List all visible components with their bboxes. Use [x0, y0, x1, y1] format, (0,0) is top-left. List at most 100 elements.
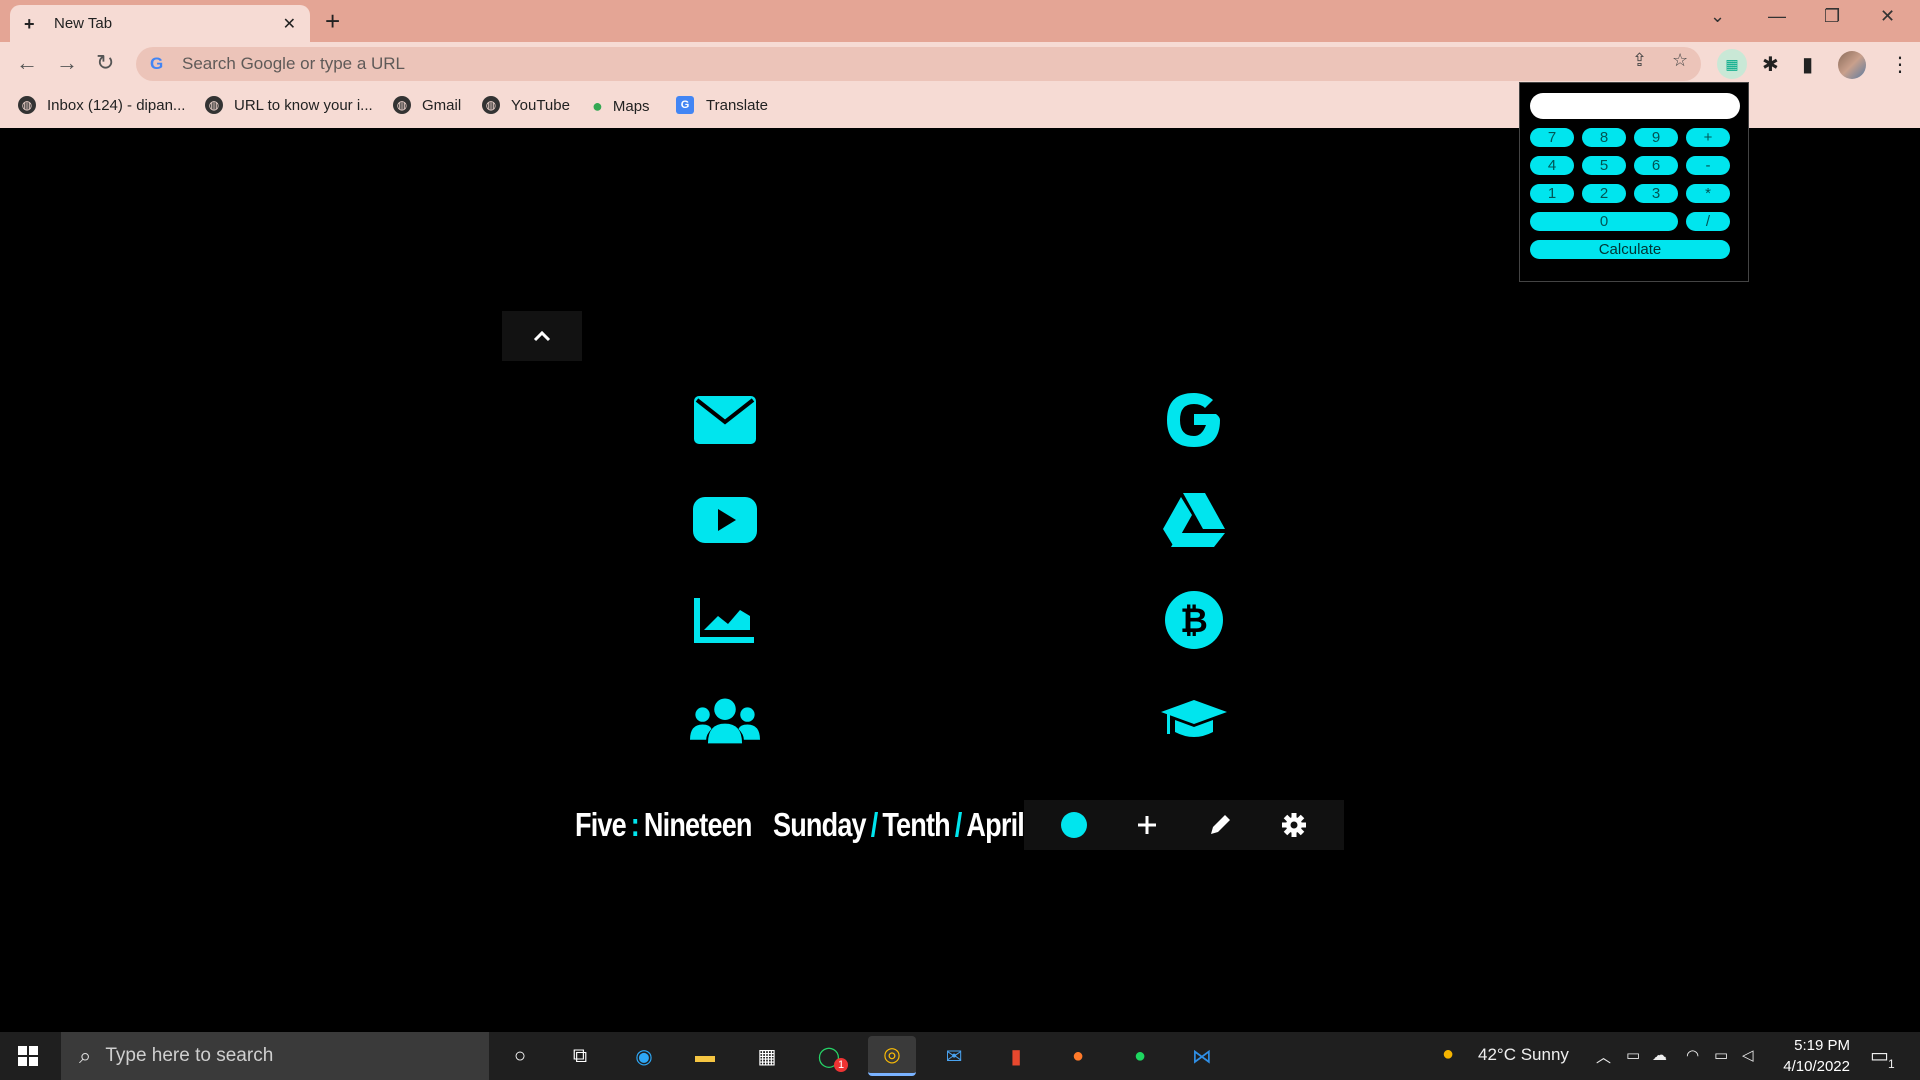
- calc-key-1[interactable]: 1: [1530, 184, 1574, 203]
- tab-strip: + New Tab ✕ + ⌄ — ❐ ✕: [0, 0, 1920, 42]
- bookmark-url[interactable]: ◍ URL to know your i...: [205, 96, 373, 114]
- profile-avatar[interactable]: [1838, 51, 1866, 79]
- shortcut-stocks[interactable]: [690, 585, 760, 655]
- new-tab-button[interactable]: +: [325, 8, 340, 34]
- firefox-icon[interactable]: ●: [1061, 1040, 1095, 1072]
- calc-key-plus[interactable]: +: [1686, 128, 1730, 147]
- bookmark-gmail[interactable]: ◍ Gmail: [393, 96, 461, 114]
- taskbar-clock[interactable]: 5:19 PM 4/10/2022: [1770, 1035, 1850, 1077]
- calc-key-3[interactable]: 3: [1634, 184, 1678, 203]
- date-day: Sunday: [772, 806, 867, 843]
- bookmark-translate[interactable]: G Translate: [676, 96, 768, 114]
- extensions-puzzle-icon[interactable]: ✱: [1762, 52, 1779, 77]
- taskbar-search-placeholder: Type here to search: [105, 1045, 274, 1066]
- tab-new-tab[interactable]: + New Tab ✕: [10, 5, 310, 42]
- battery-icon[interactable]: ▭: [1714, 1046, 1728, 1064]
- google-drive-icon: [1163, 493, 1225, 547]
- calc-row: 4 5 6 -: [1530, 156, 1738, 175]
- calc-key-multiply[interactable]: *: [1686, 184, 1730, 203]
- pencil-icon[interactable]: [1208, 813, 1232, 837]
- ms-store-icon[interactable]: ▦: [750, 1040, 784, 1072]
- tab-search-icon[interactable]: ⌄: [1710, 6, 1725, 27]
- gear-icon[interactable]: [1281, 812, 1307, 838]
- taskbar-search[interactable]: ⌕ Type here to search: [61, 1032, 489, 1080]
- calc-key-8[interactable]: 8: [1582, 128, 1626, 147]
- file-explorer-icon[interactable]: ▬: [688, 1040, 722, 1072]
- spotify-icon[interactable]: ●: [1123, 1040, 1157, 1072]
- side-panel-icon[interactable]: ▮: [1802, 52, 1813, 77]
- calculator-extension-icon[interactable]: ▦: [1717, 49, 1747, 79]
- meet-now-icon[interactable]: ▭: [1626, 1046, 1640, 1064]
- calc-key-9[interactable]: 9: [1634, 128, 1678, 147]
- calc-key-5[interactable]: 5: [1582, 156, 1626, 175]
- omnibox-input[interactable]: [182, 54, 1482, 74]
- chrome-icon[interactable]: ◎: [868, 1036, 916, 1076]
- bookmark-youtube[interactable]: ◍ YouTube: [482, 96, 570, 114]
- new-tab-icon: +: [24, 13, 35, 34]
- taskbar-date: 4/10/2022: [1783, 1058, 1850, 1075]
- whatsapp-icon[interactable]: ◯ 1: [812, 1040, 848, 1072]
- shortcut-youtube[interactable]: [690, 485, 760, 555]
- google-logo-icon: G: [150, 54, 164, 73]
- bookmark-inbox[interactable]: ◍ Inbox (124) - dipan...: [18, 96, 185, 114]
- address-bar[interactable]: G: [136, 47, 1701, 81]
- office-icon[interactable]: ▮: [999, 1040, 1033, 1072]
- shortcut-bitcoin[interactable]: ₿: [1159, 585, 1229, 655]
- svg-text:₿: ₿: [1180, 601, 1208, 641]
- share-icon[interactable]: ⇪: [1632, 50, 1647, 71]
- theme-dot-icon[interactable]: [1060, 812, 1087, 838]
- calc-key-4[interactable]: 4: [1530, 156, 1574, 175]
- reload-button[interactable]: ↻: [96, 50, 114, 76]
- calculator-popup: 7 8 9 + 4 5 6 - 1 2 3 * 0 / Calculate: [1519, 82, 1749, 282]
- shortcut-education[interactable]: [1159, 685, 1229, 755]
- edge-icon[interactable]: ◉: [627, 1040, 661, 1072]
- close-tab-icon[interactable]: ✕: [283, 14, 296, 34]
- task-view-icon[interactable]: ⧉: [563, 1040, 597, 1072]
- back-button[interactable]: ←: [16, 50, 38, 76]
- shortcut-google[interactable]: [1159, 385, 1229, 455]
- search-icon: ⌕: [79, 1043, 92, 1068]
- clock-minutes: Nineteen: [643, 806, 753, 843]
- shortcut-community[interactable]: [690, 685, 760, 755]
- globe-icon: ◍: [18, 96, 36, 114]
- bookmark-maps[interactable]: ● Maps: [592, 96, 650, 117]
- weather-text[interactable]: 42°C Sunny: [1478, 1045, 1569, 1065]
- weather-sun-icon: ●: [1442, 1043, 1455, 1065]
- minimize-button[interactable]: —: [1768, 6, 1786, 27]
- chart-line-icon: [694, 598, 754, 643]
- calc-key-minus[interactable]: -: [1686, 156, 1730, 175]
- calc-row: 7 8 9 +: [1530, 128, 1738, 147]
- youtube-icon: [693, 497, 757, 543]
- date-separator: /: [870, 806, 879, 843]
- calculate-button[interactable]: Calculate: [1530, 240, 1730, 259]
- bookmark-star-icon[interactable]: ☆: [1672, 50, 1688, 71]
- volume-icon[interactable]: ◁: [1742, 1046, 1754, 1064]
- collapse-button[interactable]: [502, 311, 582, 361]
- forward-button[interactable]: →: [56, 50, 78, 76]
- tab-title: New Tab: [54, 15, 113, 32]
- restore-button[interactable]: ❐: [1824, 6, 1840, 27]
- shortcut-mail[interactable]: [690, 385, 760, 455]
- plus-icon[interactable]: [1136, 814, 1158, 836]
- wifi-icon[interactable]: ◠: [1686, 1046, 1699, 1064]
- notification-icon[interactable]: ▭: [1870, 1043, 1889, 1068]
- calculator-display[interactable]: [1530, 93, 1740, 119]
- windows-start-icon[interactable]: [18, 1046, 38, 1066]
- globe-icon: ◍: [205, 96, 223, 114]
- vscode-icon[interactable]: ⋈: [1185, 1040, 1219, 1072]
- calc-key-7[interactable]: 7: [1530, 128, 1574, 147]
- envelope-icon: [694, 396, 756, 444]
- taskbar-time: 5:19 PM: [1794, 1037, 1850, 1054]
- shortcut-drive[interactable]: [1159, 485, 1229, 555]
- calc-key-2[interactable]: 2: [1582, 184, 1626, 203]
- close-window-button[interactable]: ✕: [1880, 6, 1895, 27]
- mail-icon[interactable]: ✉: [937, 1040, 971, 1072]
- cortana-icon[interactable]: ○: [503, 1040, 537, 1072]
- clock-separator: :: [630, 806, 640, 843]
- onedrive-icon[interactable]: ☁: [1652, 1046, 1667, 1064]
- calc-key-0[interactable]: 0: [1530, 212, 1678, 231]
- calc-key-divide[interactable]: /: [1686, 212, 1730, 231]
- more-menu-icon[interactable]: ⋮: [1890, 52, 1910, 77]
- calc-key-6[interactable]: 6: [1634, 156, 1678, 175]
- tray-chevron-icon[interactable]: ︿: [1596, 1046, 1611, 1067]
